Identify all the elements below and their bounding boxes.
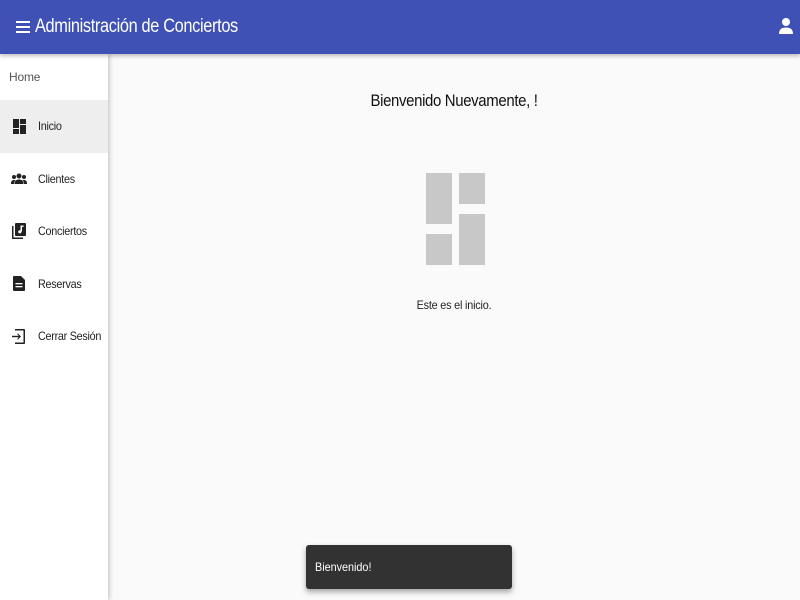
- description-icon: [11, 276, 27, 292]
- page-subtitle: Este es el inicio.: [416, 298, 492, 312]
- sidebar-header: Home: [9, 70, 41, 84]
- people-icon: [11, 171, 27, 187]
- sidebar-item-label: Clientes: [38, 171, 75, 186]
- sidebar-item-label: Cerrar Sesión: [37, 329, 101, 344]
- dashboard-icon: [426, 173, 485, 265]
- sidebar-item-reservas[interactable]: Reservas: [0, 258, 108, 311]
- sidebar-item-inicio[interactable]: Inicio: [0, 100, 108, 153]
- dashboard-icon: [11, 118, 27, 134]
- snackbar-message: Bienvenido!: [315, 560, 372, 574]
- sidebar-item-label: Inicio: [38, 119, 62, 134]
- sidebar-item-label: Reservas: [38, 276, 82, 291]
- sidebar-item-conciertos[interactable]: Conciertos: [0, 205, 108, 258]
- sidebar: Home Inicio Clientes Conciertos Reservas…: [0, 54, 108, 600]
- main-content: Bienvenido Nuevamente, ! Este es el inic…: [108, 54, 800, 600]
- app-title: Administración de Conciertos: [35, 16, 238, 37]
- page-title: Bienvenido Nuevamente, !: [370, 91, 538, 110]
- account-icon[interactable]: [776, 15, 796, 37]
- music-library-icon: [11, 223, 27, 240]
- sidebar-item-clientes[interactable]: Clientes: [0, 153, 108, 206]
- logout-icon: [11, 328, 27, 344]
- hamburger-menu-icon[interactable]: [13, 17, 33, 37]
- top-app-bar: Administración de Conciertos: [0, 0, 800, 54]
- sidebar-item-cerrar-sesion[interactable]: Cerrar Sesión: [0, 310, 108, 363]
- sidebar-item-label: Conciertos: [38, 224, 87, 239]
- snackbar: Bienvenido!: [306, 545, 512, 589]
